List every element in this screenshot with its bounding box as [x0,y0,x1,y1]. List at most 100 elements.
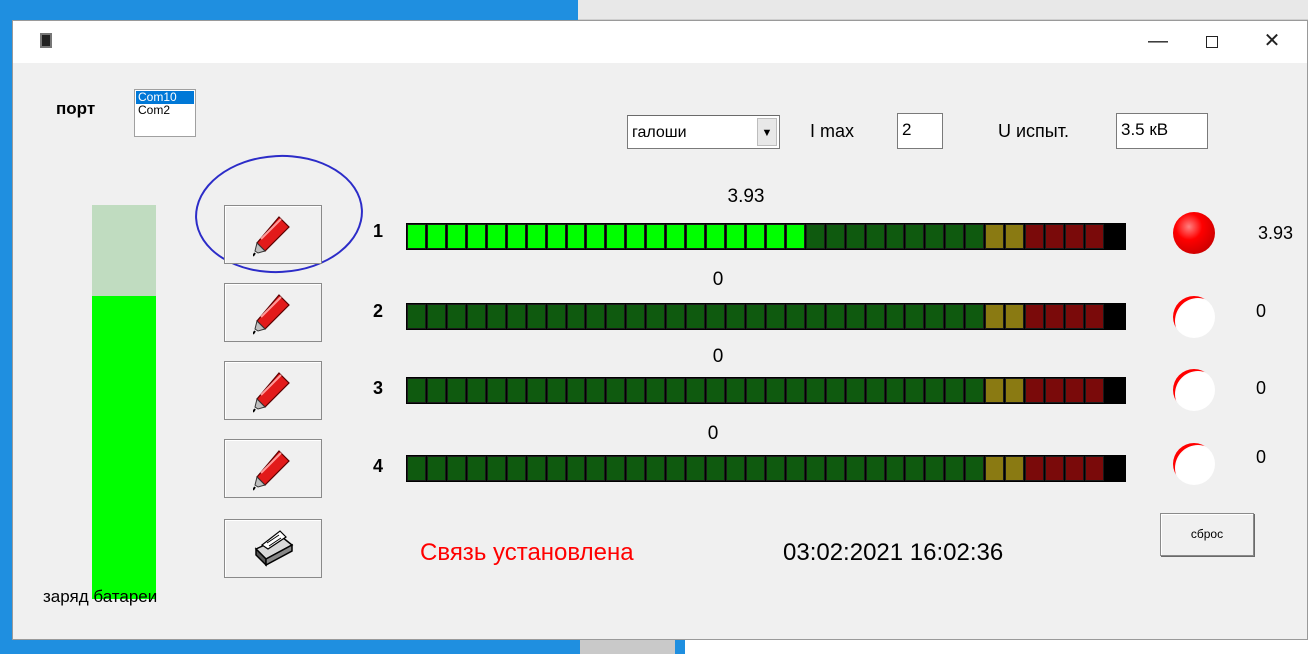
meter-segment [945,304,965,329]
meter-segment [845,304,865,329]
meter-segment [885,304,905,329]
meter-segment [1005,304,1025,329]
meter-segment [925,224,945,249]
meter-segment [1025,378,1044,403]
meter-segment [985,224,1005,249]
meter-segment [486,224,506,249]
meter-segment [706,304,725,329]
meter-segment [985,456,1005,481]
meter-segment [965,456,985,481]
meter-segment [426,304,446,329]
meter-segment [526,304,546,329]
meter-segment [1084,304,1104,329]
meter-segment [785,304,805,329]
meter-segment [706,456,725,481]
meter-segment [526,456,546,481]
meter-segment [666,304,686,329]
meter-segment [765,378,785,403]
channel-2-value: 0 [1256,301,1267,321]
battery-level-bar [92,205,156,599]
meter-segment [426,378,446,403]
meter-segment [1025,224,1044,249]
meter-segment [586,378,606,403]
maximize-button[interactable] [1185,21,1239,63]
minimize-button[interactable]: — [1131,21,1185,63]
meter-segment [945,224,965,249]
channel-1-pen-button[interactable] [224,205,322,264]
meter-segment [905,378,925,403]
meter-segment [1104,378,1124,403]
meter-segment [546,224,566,249]
meter-segment [965,224,985,249]
meter-segment [686,304,706,329]
desktop-bottom-right [675,640,685,654]
meter-segment [745,456,765,481]
channel-4-pen-button[interactable] [224,439,322,498]
meter-segment [646,378,666,403]
meter-segment [945,456,965,481]
meter-segment [566,378,586,403]
meter-segment [985,378,1005,403]
meter-segment [446,378,466,403]
reset-button[interactable]: сброс [1160,513,1254,556]
meter-segment [745,224,765,249]
meter-segment [407,304,426,329]
meter-segment [905,456,925,481]
meter-segment [586,456,606,481]
date-time: 03:02:2021 16:02:36 [783,539,1004,566]
meter-segment [466,378,486,403]
meter-segment [726,304,745,329]
meter-segment [905,224,925,249]
meter-segment [506,378,526,403]
meter-segment [925,378,945,403]
print-button[interactable] [224,519,322,578]
meter-segment [1104,304,1124,329]
meter-segment [925,456,945,481]
meter-segment [626,224,646,249]
channel-4-value: 0 [1256,447,1267,467]
meter-segment [865,378,885,403]
imax-input[interactable]: 2 [897,113,943,149]
pen-icon [253,293,290,335]
chevron-down-icon[interactable]: ▼ [757,118,777,146]
app-icon[interactable] [40,33,52,48]
channel-3-reading: 0 [712,346,724,367]
meter-segment [1025,456,1044,481]
port-listbox[interactable]: Com10 Com2 [134,89,196,137]
meter-segment [785,378,805,403]
test-voltage-input[interactable]: 3.5 кВ [1116,113,1208,149]
background-window-edge [578,0,1308,20]
meter-segment [825,224,845,249]
mode-select[interactable]: галоши ▼ [627,115,780,149]
meter-segment [566,224,586,249]
meter-segment [686,378,706,403]
meter-segment [965,304,985,329]
channel-2-pen-button[interactable] [224,283,322,342]
meter-segment [606,378,626,403]
channel-2-status-led [1173,296,1215,338]
close-button[interactable]: ✕ [1245,21,1299,63]
imax-label: I max [810,121,855,141]
title-bar[interactable]: — ✕ [13,21,1307,63]
port-label: порт [56,99,96,118]
meter-segment [446,224,466,249]
meter-segment [1045,224,1064,249]
meter-segment [1025,304,1044,329]
meter-segment [1045,304,1064,329]
channel-1-value: 3.93 [1258,223,1294,243]
meter-segment [566,304,586,329]
meter-segment [1084,378,1104,403]
meter-segment [1005,456,1025,481]
meter-segment [825,378,845,403]
meter-segment [745,378,765,403]
meter-segment [446,456,466,481]
meter-segment [646,304,666,329]
client-area: порт Com10 Com2 галоши ▼ I max 2 U испыт… [13,63,1307,641]
meter-segment [1045,456,1064,481]
meter-segment [805,304,825,329]
channel-3-pen-button[interactable] [224,361,322,420]
channel-4-number: 4 [373,456,384,476]
meter-segment [526,224,546,249]
port-option[interactable]: Com2 [136,104,194,117]
meter-segment [865,304,885,329]
